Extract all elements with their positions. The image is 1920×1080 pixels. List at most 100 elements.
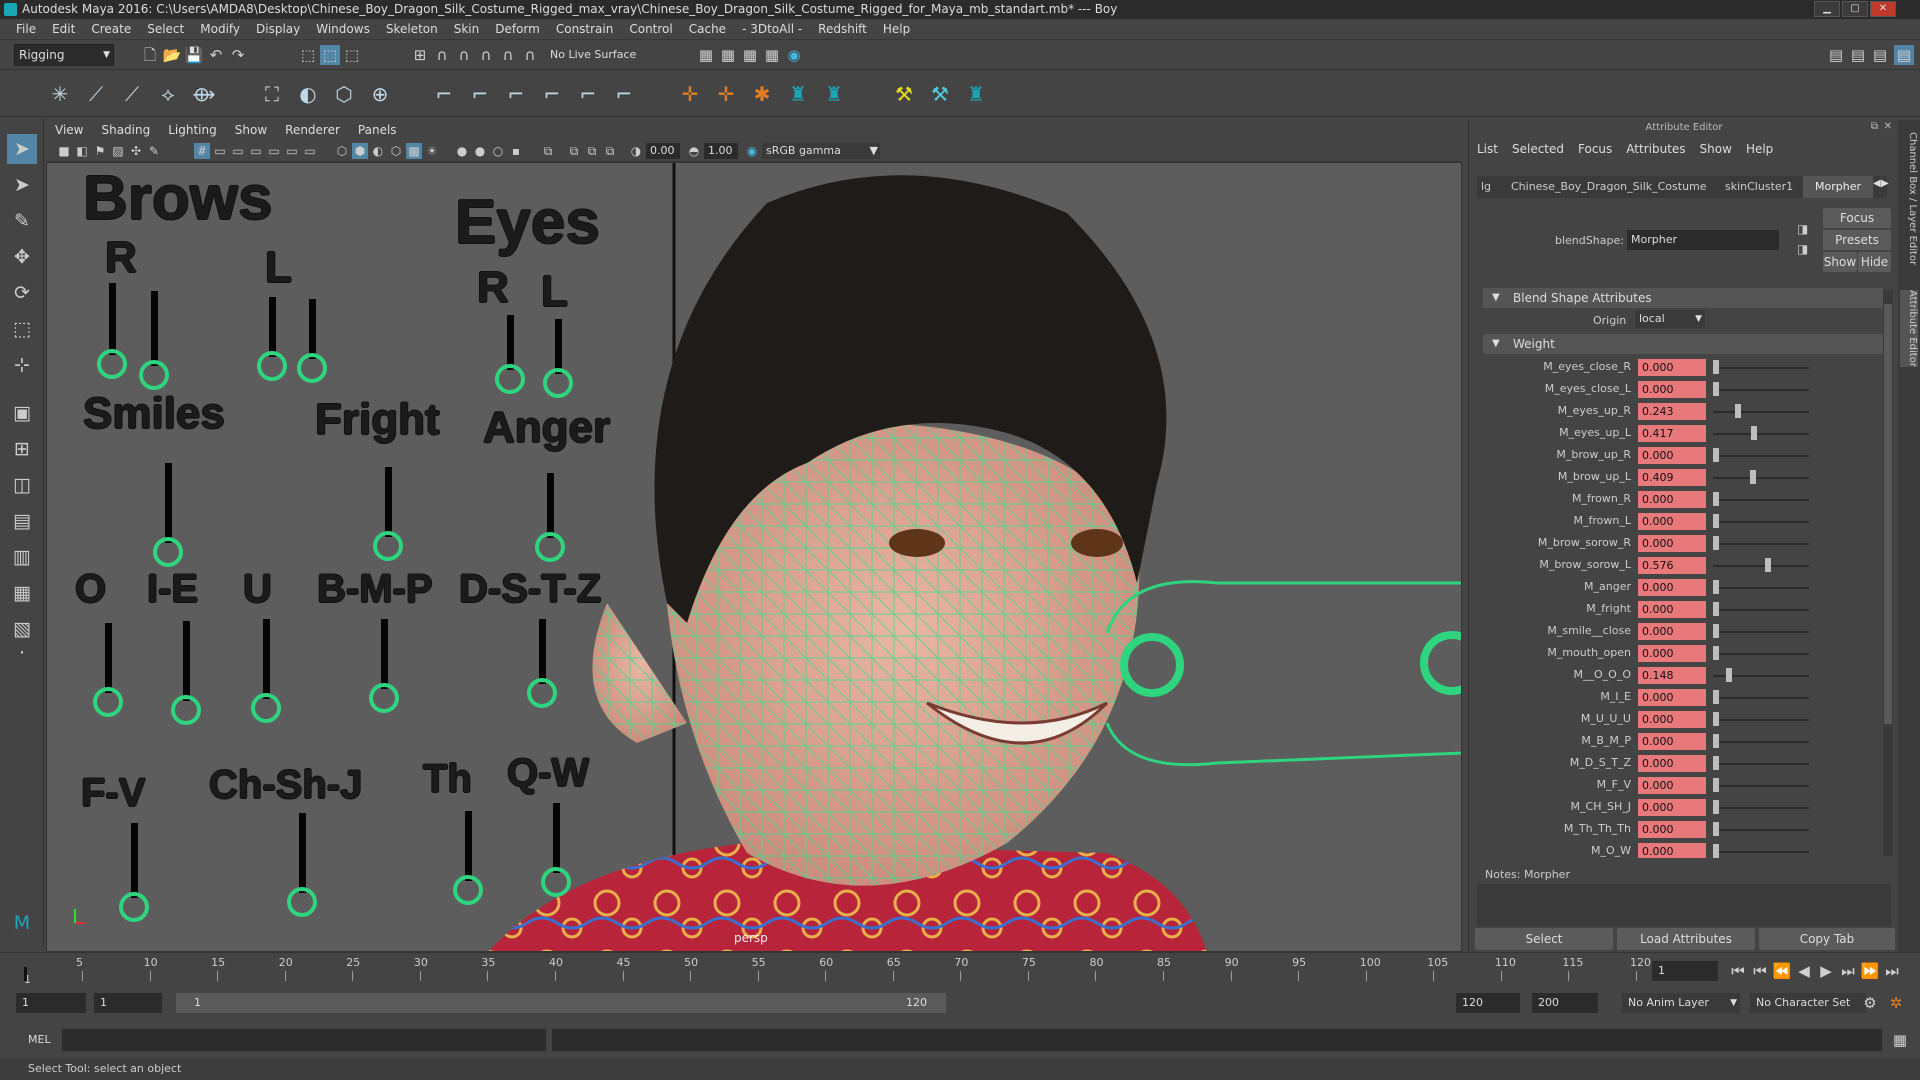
step-back-key-icon[interactable]: ⏮ [1750, 961, 1770, 981]
weight-slider-track[interactable] [1713, 455, 1809, 457]
gamma-icon[interactable]: ◓ [686, 143, 702, 159]
weight-value-field[interactable]: 0.000 [1638, 843, 1706, 858]
command-language-label[interactable]: MEL [28, 1033, 51, 1046]
undo-icon[interactable]: ↶ [206, 45, 226, 65]
ipr-render-icon[interactable]: ▦ [740, 45, 760, 65]
slider-control-smiles[interactable] [153, 537, 183, 567]
weight-slider-track[interactable] [1713, 829, 1809, 831]
weight-slider-track[interactable] [1713, 785, 1809, 787]
current-time-marker[interactable] [24, 967, 27, 981]
character-set-dropdown[interactable]: No Character Set [1750, 993, 1866, 1013]
ae-scrollbar-thumb[interactable] [1884, 304, 1892, 724]
attribute-editor-tab[interactable]: Attribute Editor [1900, 290, 1918, 367]
weight-slider-track[interactable] [1713, 851, 1809, 853]
menu-deform[interactable]: Deform [487, 19, 548, 39]
play-forward-icon[interactable]: ▶ [1816, 961, 1836, 981]
weight-slider-track[interactable] [1713, 565, 1809, 567]
weight-value-field[interactable]: 0.000 [1638, 381, 1706, 398]
menu-skin[interactable]: Skin [446, 19, 488, 39]
copy-node-icon[interactable]: ◨ [1797, 242, 1808, 256]
ae-scrollbar[interactable] [1883, 290, 1893, 856]
attribute-editor-toggle-icon[interactable]: ▤ [1848, 45, 1868, 65]
weight-slider-handle[interactable] [1713, 602, 1719, 616]
slider-control-b-m-p[interactable] [369, 683, 399, 713]
aim-constraint-icon[interactable]: ⌐ [466, 80, 494, 108]
slider-control-brow-l-inner[interactable] [257, 351, 287, 381]
select-component-icon[interactable]: ⬚ [342, 45, 362, 65]
isolate-select-icon[interactable]: ⧉ [540, 143, 556, 159]
menu-create[interactable]: Create [83, 19, 139, 39]
slider-control-o[interactable] [93, 687, 123, 717]
wireframe-on-shaded-icon[interactable]: ⬡ [388, 143, 404, 159]
hik-icon[interactable]: ♜ [784, 80, 812, 108]
single-view-icon[interactable]: ▣ [7, 398, 37, 428]
weight-slider-track[interactable] [1713, 719, 1809, 721]
gate-mask-icon[interactable]: ▭ [248, 143, 264, 159]
menu-skeleton[interactable]: Skeleton [378, 19, 446, 39]
viewport-persp[interactable]: Brows R L Eyes R L Smiles Fright Anger O… [46, 162, 1462, 952]
playback-end-field[interactable]: 120 [1456, 993, 1520, 1013]
weight-value-field[interactable]: 0.000 [1638, 711, 1706, 728]
weight-slider-handle[interactable] [1750, 426, 1757, 440]
weight-slider-handle[interactable] [1713, 778, 1719, 792]
time-slider[interactable]: 1 5 10 15 20 25 30 35 40 45 50 55 60 65 70 75 80 85 90 95 1… [0, 952, 1920, 988]
parent-constraint-icon[interactable]: ⌐ [574, 80, 602, 108]
exposure-icon[interactable]: ◑ [628, 143, 644, 159]
skeleton-icon[interactable]: ✱ [748, 80, 776, 108]
xray-icon[interactable]: ⧉ [566, 143, 582, 159]
weight-slider-track[interactable] [1713, 653, 1809, 655]
slider-control-eye-r[interactable] [495, 364, 525, 394]
hide-button[interactable]: Hide [1858, 252, 1891, 272]
slider-control-th[interactable] [453, 875, 483, 905]
wireframe-icon[interactable]: ⬡ [334, 143, 350, 159]
notes-textarea[interactable] [1477, 884, 1891, 926]
slider-control-i-e[interactable] [171, 695, 201, 725]
render-settings-icon[interactable]: ▦ [762, 45, 782, 65]
weight-slider-track[interactable] [1713, 521, 1809, 523]
select-node-icon[interactable]: ◨ [1797, 222, 1808, 236]
slider-control-brow-r-inner[interactable] [97, 349, 127, 379]
step-back-icon[interactable]: ⏪ [1772, 961, 1792, 981]
move-tool-icon[interactable]: ✥ [7, 242, 37, 272]
weight-slider-handle[interactable] [1713, 514, 1719, 528]
end-time-field[interactable]: 200 [1532, 993, 1598, 1013]
ae-menu-selected[interactable]: Selected [1512, 142, 1564, 156]
safe-action-icon[interactable]: ▭ [284, 143, 300, 159]
focus-button[interactable]: Focus [1823, 208, 1891, 228]
menu-redshift[interactable]: Redshift [810, 19, 875, 39]
weight-slider-track[interactable] [1713, 543, 1809, 545]
grease-pencil-icon[interactable]: ✎ [146, 143, 162, 159]
menu-set-dropdown[interactable]: Rigging ▼ [14, 44, 114, 66]
joint-tool-icon[interactable]: ✳ [46, 80, 74, 108]
slider-control-q-w[interactable] [541, 867, 571, 897]
orient-constraint-icon[interactable]: ⌐ [502, 80, 530, 108]
weight-slider-handle[interactable] [1713, 624, 1719, 638]
weight-slider-track[interactable] [1713, 389, 1809, 391]
anti-aliasing-icon[interactable]: ▪ [508, 143, 524, 159]
minimize-button[interactable]: ▁ [1814, 1, 1840, 17]
bookmark-icon[interactable]: ⚑ [92, 143, 108, 159]
snap-curve-icon[interactable]: ∩ [432, 45, 452, 65]
redo-icon[interactable]: ↷ [228, 45, 248, 65]
lattice-icon[interactable]: ⬡ [330, 80, 358, 108]
menu-file[interactable]: File [8, 19, 44, 39]
select-object-icon[interactable]: ⬚ [320, 45, 340, 65]
menu-cache[interactable]: Cache [681, 19, 734, 39]
weight-slider-handle[interactable] [1713, 822, 1719, 836]
weight-value-field[interactable]: 0.417 [1638, 425, 1706, 442]
safe-title-icon[interactable]: ▭ [302, 143, 318, 159]
slider-control-d-s-t-z[interactable] [527, 678, 557, 708]
weight-slider-handle[interactable] [1713, 382, 1719, 396]
weight-slider-track[interactable] [1713, 807, 1809, 809]
bind-skin-icon[interactable]: ⛶ [258, 80, 286, 108]
insert-joint-icon[interactable]: ⟡ [154, 80, 182, 108]
weight-value-field[interactable]: 0.576 [1638, 557, 1706, 574]
weight-slider-handle[interactable] [1713, 734, 1719, 748]
weight-value-field[interactable]: 0.000 [1638, 491, 1706, 508]
weight-value-field[interactable]: 0.000 [1638, 799, 1706, 816]
weight-value-field[interactable]: 0.000 [1638, 513, 1706, 530]
weight-value-field[interactable]: 0.000 [1638, 777, 1706, 794]
textured-icon[interactable]: ▩ [406, 143, 422, 159]
resolution-gate-icon[interactable]: ▭ [230, 143, 246, 159]
weight-value-field[interactable]: 0.000 [1638, 689, 1706, 706]
